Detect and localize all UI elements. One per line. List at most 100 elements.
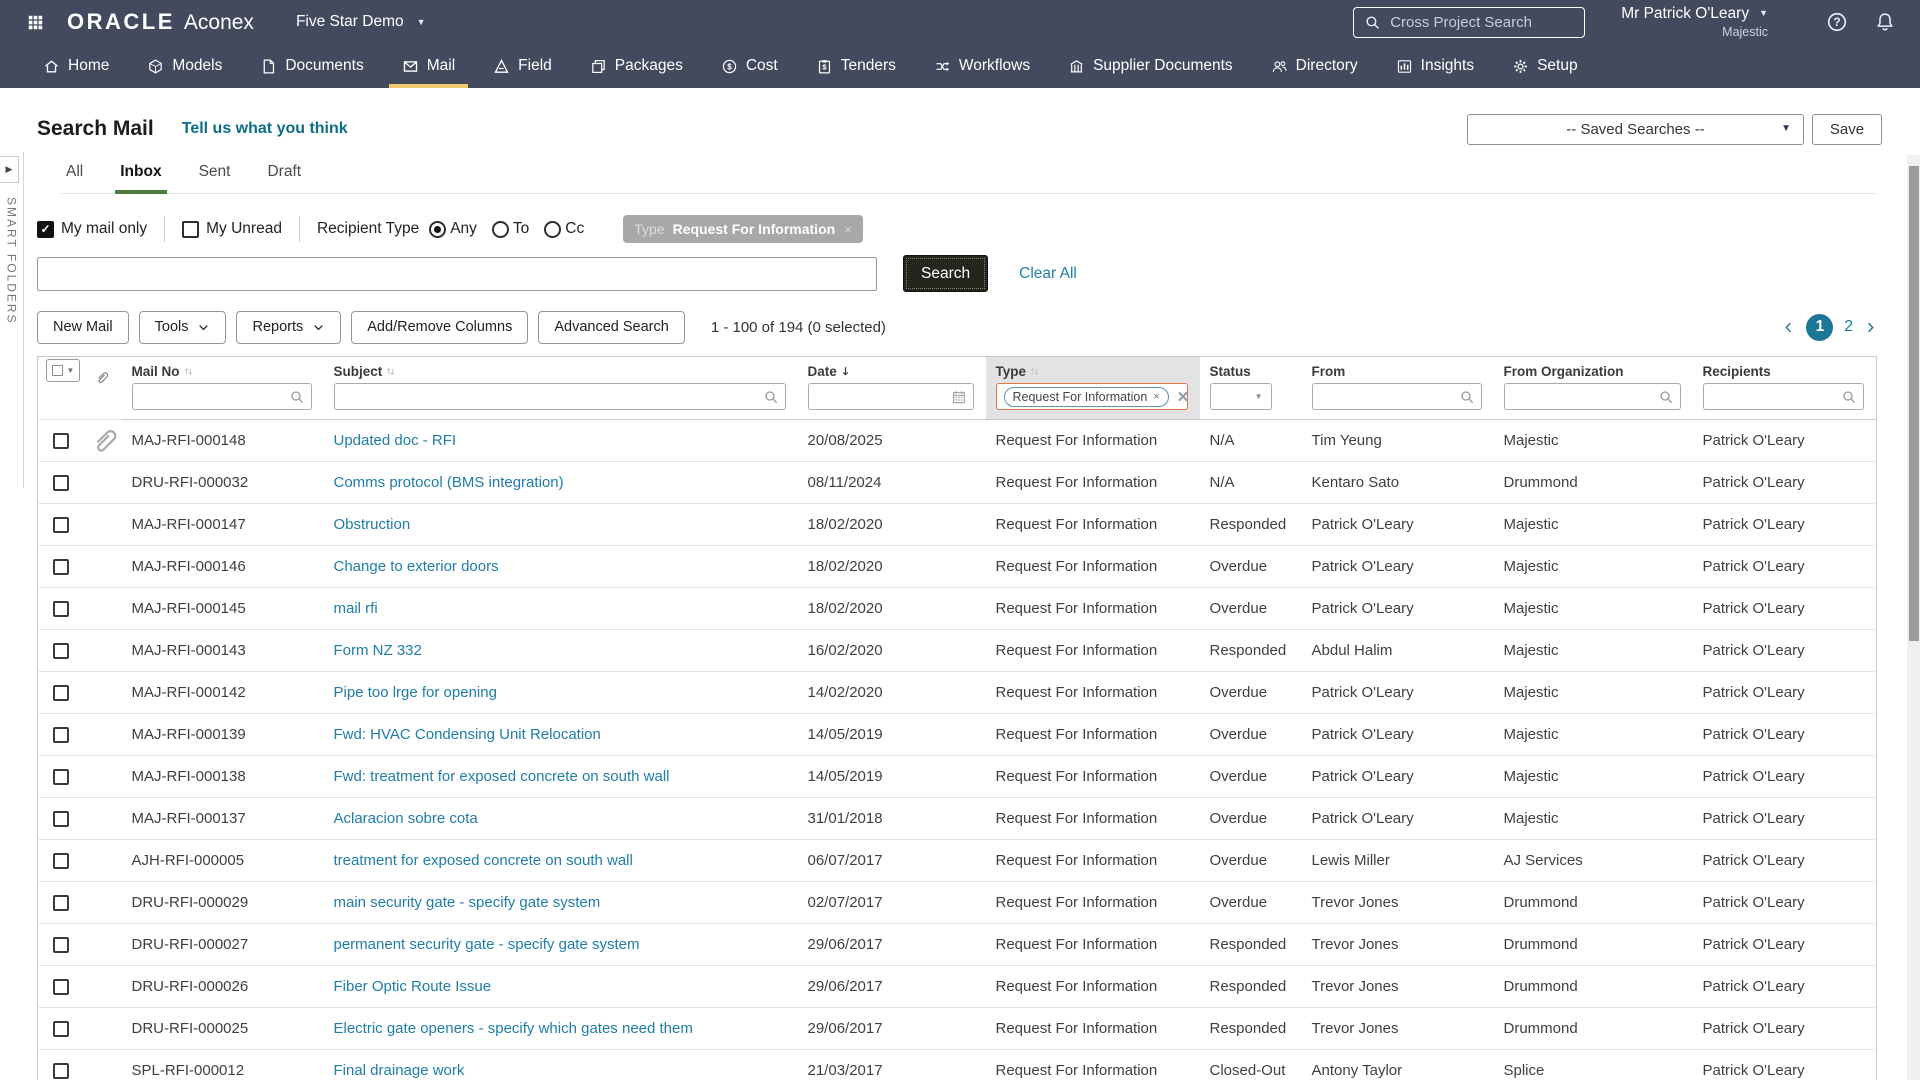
mail-subject-link[interactable]: treatment for exposed concrete on south …: [334, 852, 633, 869]
row-checkbox[interactable]: [52, 979, 69, 996]
remove-type-filter-icon[interactable]: ×: [1153, 391, 1159, 403]
mail-subject-link[interactable]: Aclaracion sobre cota: [334, 810, 478, 827]
nav-item-field[interactable]: Field: [474, 44, 571, 88]
mail-subject-link[interactable]: Final drainage work: [334, 1062, 465, 1079]
column-header-type[interactable]: Type: [985, 356, 1200, 380]
sort-icon[interactable]: [181, 364, 196, 379]
row-checkbox[interactable]: [52, 895, 69, 912]
prev-page-icon[interactable]: [1782, 321, 1795, 334]
row-checkbox[interactable]: [52, 643, 69, 660]
new-mail-button[interactable]: New Mail: [37, 310, 129, 344]
advanced-search-button[interactable]: Advanced Search: [538, 310, 685, 344]
row-checkbox[interactable]: [52, 853, 69, 870]
row-checkbox[interactable]: [52, 727, 69, 744]
nav-item-insights[interactable]: Insights: [1377, 44, 1493, 88]
column-header-mail-no[interactable]: Mail No: [122, 357, 324, 381]
mail-search-input[interactable]: [37, 256, 877, 291]
mail-subject-link[interactable]: Updated doc - RFI: [334, 432, 457, 449]
mail-subject-link[interactable]: Fwd: treatment for exposed concrete on s…: [334, 768, 670, 785]
row-checkbox[interactable]: [52, 517, 69, 534]
recipient-type-any-radio[interactable]: Any: [429, 220, 477, 238]
column-header-from-organization[interactable]: From Organization: [1494, 357, 1693, 381]
tab-sent[interactable]: Sent: [194, 163, 236, 194]
row-checkbox[interactable]: [52, 433, 69, 450]
type-filter-input[interactable]: Request For Information × ✕: [995, 383, 1190, 410]
nav-item-directory[interactable]: Directory: [1252, 44, 1377, 88]
mail-subject-link[interactable]: Electric gate openers - specify which ga…: [334, 1020, 693, 1037]
tab-all[interactable]: All: [61, 163, 88, 194]
tab-inbox[interactable]: Inbox: [115, 163, 167, 194]
save-button[interactable]: Save: [1812, 113, 1882, 145]
page-2-button[interactable]: 2: [1844, 318, 1853, 336]
nav-item-workflows[interactable]: Workflows: [915, 44, 1049, 88]
tab-draft[interactable]: Draft: [262, 163, 306, 194]
row-checkbox[interactable]: [52, 601, 69, 618]
column-header-date[interactable]: Date: [798, 357, 986, 381]
mail-subject-link[interactable]: Pipe too lrge for opening: [334, 684, 497, 701]
expand-smart-folders-button[interactable]: ▶: [0, 156, 19, 183]
vertical-scrollbar[interactable]: [1907, 155, 1920, 1080]
nav-item-supplier-documents[interactable]: Supplier Documents: [1049, 44, 1252, 88]
recipients-filter-input[interactable]: [1702, 383, 1864, 410]
row-checkbox[interactable]: [52, 937, 69, 954]
mail-subject-link[interactable]: Fwd: HVAC Condensing Unit Relocation: [334, 726, 601, 743]
mail-subject-link[interactable]: permanent security gate - specify gate s…: [334, 936, 640, 953]
reports-button[interactable]: Reports: [236, 310, 342, 344]
select-all-checkbox[interactable]: ▼: [46, 359, 80, 382]
my-mail-only-checkbox[interactable]: ✓ My mail only: [37, 220, 147, 238]
row-checkbox[interactable]: [52, 559, 69, 576]
mail-no-filter-input[interactable]: [131, 383, 312, 410]
mail-subject-link[interactable]: Form NZ 332: [334, 642, 422, 659]
next-page-icon[interactable]: [1864, 321, 1877, 334]
status-filter-select[interactable]: ▼: [1209, 383, 1272, 410]
calendar-icon[interactable]: [951, 389, 967, 405]
sort-descending-icon[interactable]: [838, 364, 853, 379]
mail-subject-link[interactable]: Fiber Optic Route Issue: [334, 978, 492, 995]
row-checkbox[interactable]: [52, 1021, 69, 1038]
help-icon[interactable]: ?: [1826, 11, 1848, 33]
row-checkbox[interactable]: [52, 1063, 69, 1080]
from-filter-input[interactable]: [1311, 383, 1482, 410]
nav-item-tenders[interactable]: $ Tenders: [797, 44, 915, 88]
nav-item-cost[interactable]: $ Cost: [702, 44, 797, 88]
nav-item-setup[interactable]: Setup: [1493, 44, 1597, 88]
column-header-subject[interactable]: Subject: [324, 357, 798, 381]
mail-subject-link[interactable]: Change to exterior doors: [334, 558, 499, 575]
add-remove-columns-button[interactable]: Add/Remove Columns: [351, 310, 529, 344]
column-header-status[interactable]: Status: [1200, 357, 1302, 381]
nav-item-packages[interactable]: Packages: [571, 44, 702, 88]
mail-subject-link[interactable]: Obstruction: [334, 516, 411, 533]
notifications-bell-icon[interactable]: [1874, 11, 1896, 33]
mail-subject-link[interactable]: main security gate - specify gate system: [334, 894, 601, 911]
clear-all-link[interactable]: Clear All: [1019, 265, 1077, 283]
date-filter-input[interactable]: [807, 383, 974, 410]
saved-searches-select[interactable]: -- Saved Searches -- ▼: [1467, 113, 1804, 145]
from-organization-filter-input[interactable]: [1503, 383, 1681, 410]
subject-filter-input[interactable]: [333, 383, 786, 410]
recipient-type-cc-radio[interactable]: Cc: [544, 220, 584, 238]
feedback-link[interactable]: Tell us what you think: [182, 120, 348, 138]
my-unread-checkbox[interactable]: My Unread: [182, 220, 282, 238]
row-checkbox[interactable]: [52, 475, 69, 492]
mail-subject-link[interactable]: mail rfi: [334, 600, 378, 617]
type-filter-chip[interactable]: Type Request For Information ×: [623, 215, 863, 243]
project-selector[interactable]: Five Star Demo ▼: [296, 13, 426, 31]
nav-item-documents[interactable]: Documents: [241, 44, 382, 88]
remove-chip-icon[interactable]: ×: [844, 222, 852, 237]
cross-project-search-input[interactable]: Cross Project Search: [1353, 6, 1586, 38]
recipient-type-to-radio[interactable]: To: [491, 220, 529, 238]
clear-type-filter-icon[interactable]: ✕: [1177, 388, 1190, 406]
column-header-from[interactable]: From: [1302, 357, 1494, 381]
mail-subject-link[interactable]: Comms protocol (BMS integration): [334, 474, 564, 491]
sort-icon[interactable]: [1027, 364, 1042, 379]
search-button[interactable]: Search: [903, 255, 989, 292]
row-checkbox[interactable]: [52, 769, 69, 786]
nav-item-home[interactable]: Home: [24, 44, 128, 88]
row-checkbox[interactable]: [52, 811, 69, 828]
user-menu[interactable]: Mr Patrick O'Leary ▼ Majestic: [1621, 4, 1768, 40]
tools-button[interactable]: Tools: [138, 310, 227, 344]
column-header-recipients[interactable]: Recipients: [1693, 357, 1877, 381]
page-1-button[interactable]: 1: [1806, 313, 1834, 341]
nav-item-mail[interactable]: Mail: [383, 44, 474, 88]
sort-icon[interactable]: [383, 364, 398, 379]
